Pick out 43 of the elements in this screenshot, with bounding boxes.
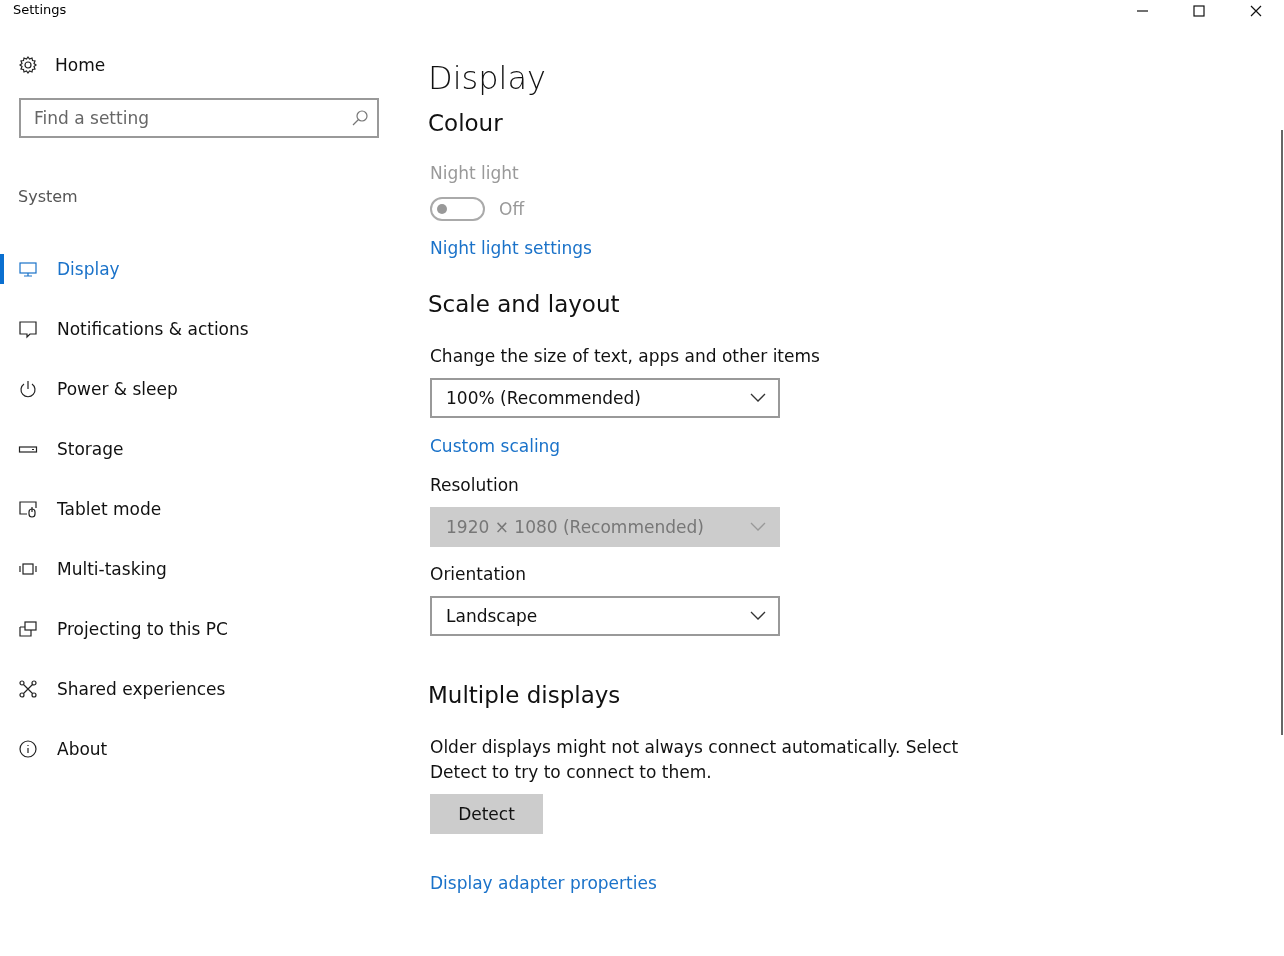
network-nodes-icon xyxy=(18,679,38,699)
info-icon xyxy=(18,739,38,759)
toggle-state: Off xyxy=(499,199,525,219)
maximize-icon xyxy=(1192,5,1205,17)
field-label: Resolution xyxy=(429,474,520,497)
custom-scaling-link[interactable]: Custom scaling xyxy=(428,434,561,458)
gear-icon xyxy=(18,55,38,75)
monitor-icon xyxy=(18,259,38,279)
projector-screens-icon xyxy=(18,619,38,639)
sidebar-item[interactable]: Tablet mode xyxy=(0,479,390,539)
section-heading: Scale and layout xyxy=(428,290,621,319)
chevron-down-icon xyxy=(750,611,766,621)
night-light-settings-link[interactable]: Night light settings xyxy=(428,236,592,260)
sidebar-item[interactable]: Power & sleep xyxy=(0,359,390,419)
dropdown[interactable]: Landscape xyxy=(430,596,780,636)
speech-bubble-icon xyxy=(18,319,38,339)
sidebar-item[interactable]: Multi-tasking xyxy=(0,539,390,599)
sidebar-item[interactable]: Projecting to this PC xyxy=(0,599,390,659)
sidebar-item[interactable]: About xyxy=(0,719,390,779)
home-nav-item[interactable]: Home xyxy=(0,40,390,80)
page-title: Display xyxy=(428,58,547,98)
search-icon xyxy=(351,109,369,127)
sidebar-item[interactable]: Notifications & actions xyxy=(0,299,390,359)
section-heading: System xyxy=(17,186,79,208)
close-icon xyxy=(1249,5,1262,17)
chevron-down-icon xyxy=(750,522,766,532)
sidebar-item[interactable]: Display xyxy=(0,239,390,299)
dropdown[interactable]: 100% (Recommended) xyxy=(430,378,780,418)
field-label: Orientation xyxy=(429,563,527,586)
tablet-touch-icon xyxy=(18,499,38,519)
field-label: Change the size of text, apps and other items xyxy=(429,345,821,368)
display-adapter-properties-link[interactable]: Display adapter properties xyxy=(428,871,657,895)
power-icon xyxy=(18,379,38,399)
sidebar-item[interactable]: Shared experiences xyxy=(0,659,390,719)
section-heading: Colour xyxy=(428,109,504,138)
search-field[interactable]: Find a setting xyxy=(19,98,379,138)
window-title: Settings xyxy=(12,1,67,17)
detect-button[interactable]: Detect xyxy=(430,794,543,834)
description-text: Older displays might not always connect automatically. Select Detect to try to connect to them. xyxy=(429,736,960,784)
sidebar-item[interactable]: Storage xyxy=(0,419,390,479)
toggle-label: Night light xyxy=(429,162,520,185)
chevron-down-icon xyxy=(750,393,766,403)
section-heading: Multiple displays xyxy=(428,681,622,710)
